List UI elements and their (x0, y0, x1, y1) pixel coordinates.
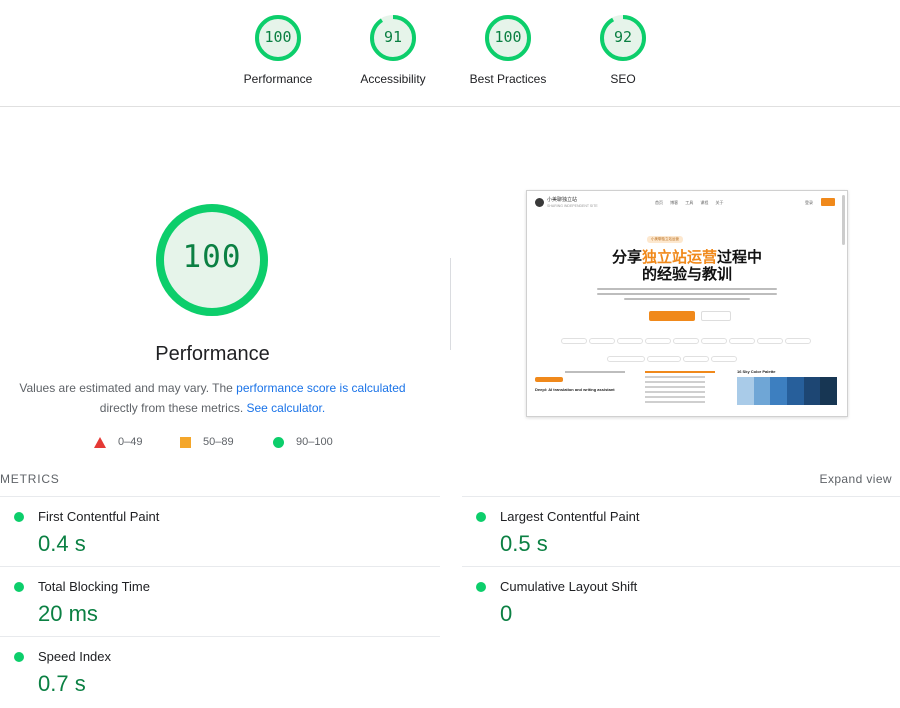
see-calculator-link[interactable]: See calculator. (246, 401, 325, 415)
thumb-cta (821, 198, 835, 206)
score-calculated-link[interactable]: performance score is calculated (236, 381, 405, 395)
category-label: Best Practices (469, 72, 547, 86)
category-gauge-performance[interactable]: 100 Performance (228, 14, 328, 86)
square-icon (180, 436, 191, 448)
metric-name: First Contentful Paint (38, 509, 160, 524)
legend-pass: 90–100 (273, 436, 333, 448)
metric-value: 0.4 s (38, 531, 86, 556)
desc-text: Values are estimated and may vary. The (19, 381, 237, 395)
thumb-card: Deepl: AI translation and writing assist… (535, 371, 635, 411)
thumb-palette-card: 16 Sky Color Palette (737, 369, 838, 413)
category-gauge-best-practices[interactable]: 100 Best Practices (458, 14, 558, 86)
triangle-icon (94, 436, 106, 448)
metric-first-contentful-paint: First Contentful Paint 0.4 s (0, 496, 440, 566)
legend-fail: 0–49 (94, 436, 142, 448)
category-gauge-seo[interactable]: 92 SEO (573, 14, 673, 86)
legend-range: 90–100 (296, 436, 333, 448)
category-score: 100 (494, 28, 522, 46)
metric-value: 0.7 s (38, 671, 86, 696)
thumb-headline: 分享独立站运营过程中 的经验与教训 (527, 249, 847, 283)
palette-swatch (770, 377, 788, 405)
headline-part: 过程中 (717, 249, 763, 266)
metric-value: 0 (500, 601, 513, 626)
metric-speed-index: Speed Index 0.7 s (0, 636, 440, 706)
thumb-login: 登录 (805, 200, 813, 205)
pass-circle-icon (476, 582, 486, 592)
vertical-separator (450, 258, 451, 350)
pass-circle-icon (14, 512, 24, 522)
metric-name: Cumulative Layout Shift (500, 579, 638, 594)
metric-value: 20 ms (38, 601, 98, 626)
metric-name: Speed Index (38, 649, 112, 664)
metric-name: Largest Contentful Paint (500, 509, 640, 524)
thumb-list (645, 371, 725, 411)
palette-swatch (753, 377, 771, 405)
thumb-card-title: Deepl: AI translation and writing assist… (535, 387, 615, 392)
category-score: 91 (383, 28, 403, 46)
logo-icon (535, 198, 544, 207)
headline-highlight: 独立站运营 (641, 249, 717, 266)
final-screenshot[interactable]: 小美聊独立站 SHARING INDEPENDENT SITE 首页 博客 工具… (526, 190, 848, 417)
pass-circle-icon (14, 652, 24, 662)
metrics-heading: METRICS (0, 472, 60, 486)
category-label: SEO (610, 72, 636, 86)
thumb-subtext (597, 288, 777, 302)
thumb-primary-button (649, 311, 695, 321)
thumb-brand-sub: SHARING INDEPENDENT SITE (547, 204, 598, 208)
circle-icon (273, 436, 284, 448)
desc-text: directly from these metrics. (99, 401, 247, 415)
legend-average: 50–89 (180, 436, 234, 448)
metric-largest-contentful-paint: Largest Contentful Paint 0.5 s (462, 496, 900, 566)
palette-swatch (737, 377, 754, 405)
legend-range: 50–89 (203, 436, 234, 448)
pass-circle-icon (14, 582, 24, 592)
performance-gauge: 100 (155, 203, 269, 317)
thumb-nav: 小美聊独立站 SHARING INDEPENDENT SITE 首页 博客 工具… (535, 198, 839, 210)
legend-range: 0–49 (118, 436, 143, 448)
performance-title: Performance (155, 343, 270, 365)
pass-circle-icon (476, 512, 486, 522)
thumb-palette-title: 16 Sky Color Palette (737, 369, 776, 374)
thumb-tags (561, 335, 813, 371)
metric-cumulative-layout-shift: Cumulative Layout Shift 0 (462, 566, 900, 636)
thumb-menu: 首页 博客 工具 课程 关于 (655, 200, 724, 205)
thumb-brand: 小美聊独立站 (547, 197, 578, 203)
header-divider (0, 106, 900, 107)
metric-value: 0.5 s (500, 531, 548, 556)
performance-score: 100 (182, 239, 242, 275)
category-label: Performance (243, 72, 313, 86)
palette-swatch (787, 377, 804, 405)
thumb-pill: 小美聊独立站运营 (647, 236, 683, 243)
category-score: 92 (613, 28, 633, 46)
category-score: 100 (264, 28, 292, 46)
metric-name: Total Blocking Time (38, 579, 150, 594)
headline-part: 分享 (611, 249, 642, 266)
thumb-secondary-button (701, 311, 731, 321)
headline-line2: 的经验与教训 (641, 266, 732, 283)
category-label: Accessibility (360, 72, 426, 86)
palette-swatches (737, 377, 838, 405)
thumb-scrollbar (842, 195, 845, 245)
performance-description: Values are estimated and may vary. The p… (0, 378, 425, 418)
palette-swatch (803, 377, 821, 405)
expand-view-toggle[interactable]: Expand view (820, 472, 892, 486)
metric-total-blocking-time: Total Blocking Time 20 ms (0, 566, 440, 636)
category-gauge-accessibility[interactable]: 91 Accessibility (343, 14, 443, 86)
palette-swatch (820, 377, 838, 405)
